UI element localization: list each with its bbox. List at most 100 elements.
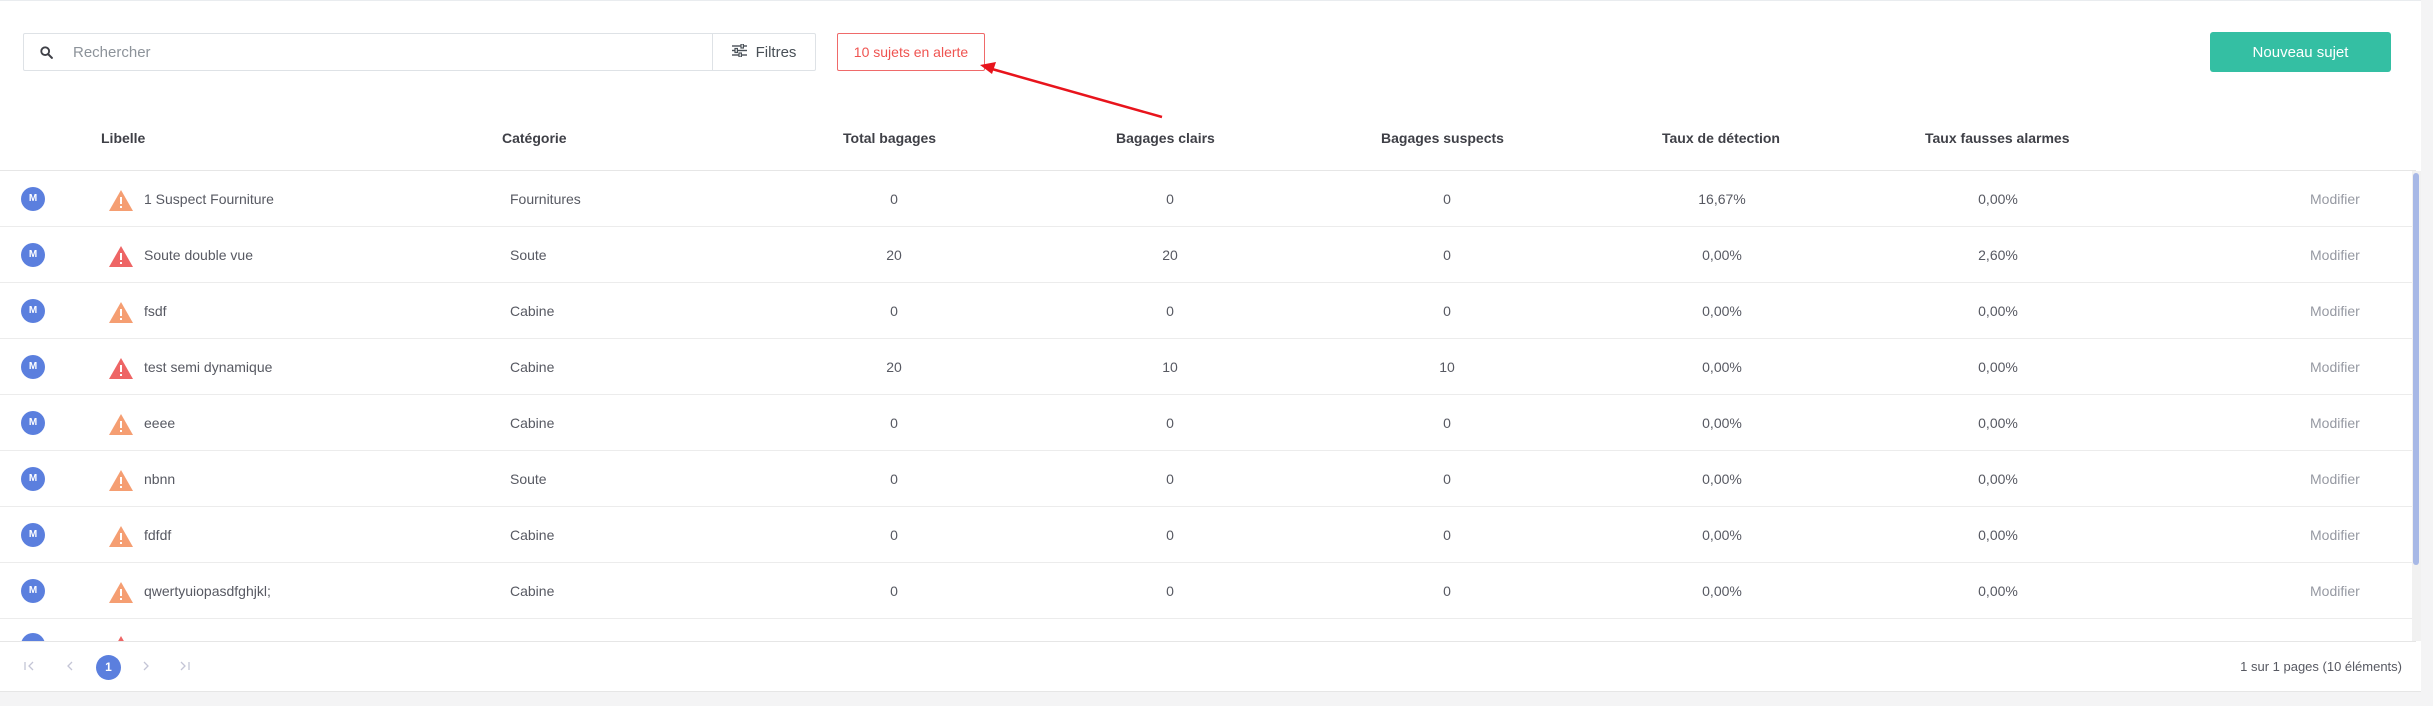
avatar: M <box>21 579 45 603</box>
subjects-page: Filtres 10 sujets en alerte Nouveau suje… <box>0 0 2421 692</box>
table-row[interactable]: M 1 Suspect Fourniture Fournitures 0 0 0… <box>0 171 2416 227</box>
cell-taux-detection: 0,00% <box>1702 359 1742 375</box>
column-header-taux-fausses[interactable]: Taux fausses alarmes <box>1925 119 2070 171</box>
cell-libelle: qwertyuiopasdfghjkl; <box>144 583 271 599</box>
page-number-current[interactable]: 1 <box>96 655 121 680</box>
prev-page-icon[interactable] <box>58 655 82 679</box>
cell-categorie: Cabine <box>510 583 555 599</box>
next-page-icon[interactable] <box>134 655 158 679</box>
warning-triangle-icon <box>108 189 134 212</box>
cell-taux-detection: 16,67% <box>1698 191 1746 207</box>
warning-triangle-icon <box>108 245 134 268</box>
alert-subjects-label: 10 sujets en alerte <box>853 44 969 60</box>
cell-libelle: Soute double vue <box>144 247 253 263</box>
search-input[interactable] <box>69 34 712 70</box>
column-header-taux-detection[interactable]: Taux de détection <box>1662 119 1780 171</box>
cell-total: 0 <box>890 583 898 599</box>
cell-taux-detection: 0,00% <box>1702 303 1742 319</box>
modify-button[interactable]: Modifier <box>2310 227 2360 283</box>
last-page-icon[interactable] <box>172 655 196 679</box>
cell-libelle: 1 Suspect Fourniture <box>144 191 274 207</box>
warning-triangle-icon <box>108 357 134 380</box>
table-body: M 1 Suspect Fourniture Fournitures 0 0 0… <box>0 171 2416 641</box>
column-header-total[interactable]: Total bagages <box>843 119 936 171</box>
table-row[interactable]: M test semi dynamique Cabine 20 10 10 0,… <box>0 339 2416 395</box>
new-subject-button[interactable]: Nouveau sujet <box>2210 32 2391 72</box>
cell-taux-detection: 0,00% <box>1702 583 1742 599</box>
table-row[interactable]: M Soute double vue Soute 20 20 0 0,00% 2… <box>0 227 2416 283</box>
search-icon <box>24 34 69 70</box>
cell-total: 0 <box>890 471 898 487</box>
cell-clairs: 0 <box>1166 471 1174 487</box>
cell-suspects: 10 <box>1439 359 1455 375</box>
cell-clairs: 10 <box>1162 359 1178 375</box>
warning-triangle-icon <box>108 581 134 604</box>
cell-suspects: 0 <box>1443 583 1451 599</box>
avatar: M <box>21 187 45 211</box>
cell-clairs: 0 <box>1166 303 1174 319</box>
cell-suspects: 0 <box>1443 415 1451 431</box>
modify-button[interactable]: Modifier <box>2310 563 2360 619</box>
cell-clairs: 0 <box>1166 191 1174 207</box>
cell-total: 20 <box>886 359 902 375</box>
cell-taux-detection: 0,00% <box>1702 471 1742 487</box>
cell-categorie: Cabine <box>510 303 555 319</box>
cell-taux-fausses: 0,00% <box>1978 191 2018 207</box>
cell-clairs: 0 <box>1166 415 1174 431</box>
modify-button[interactable]: Modifier <box>2310 283 2360 339</box>
cell-libelle: fsdf <box>144 303 167 319</box>
cell-categorie: Cabine <box>510 527 555 543</box>
table-header: Libelle Catégorie Total bagages Bagages … <box>0 119 2416 171</box>
modify-button[interactable]: Modifier <box>2310 507 2360 563</box>
cell-taux-fausses: 0,00% <box>1978 303 2018 319</box>
table-scrollbar-thumb[interactable] <box>2413 173 2419 565</box>
cell-suspects: 0 <box>1443 247 1451 263</box>
cell-suspects: 0 <box>1443 303 1451 319</box>
cell-categorie: Cabine <box>510 359 555 375</box>
alert-subjects-button[interactable]: 10 sujets en alerte <box>837 33 985 71</box>
modify-button[interactable]: Modifier <box>2310 451 2360 507</box>
cell-taux-fausses: 0,00% <box>1978 527 2018 543</box>
column-header-clairs[interactable]: Bagages clairs <box>1116 119 1215 171</box>
avatar: M <box>21 243 45 267</box>
filters-label: Filtres <box>755 43 797 61</box>
cell-libelle: fdfdf <box>144 527 172 543</box>
table-row[interactable]: M qwertyuiopasdfghjkl; Cabine 0 0 0 0,00… <box>0 563 2416 619</box>
modify-button[interactable]: Modifier <box>2310 339 2360 395</box>
cell-suspects: 0 <box>1443 527 1451 543</box>
cell-taux-fausses: 0,00% <box>1978 583 2018 599</box>
cell-total: 0 <box>890 415 898 431</box>
modify-button[interactable]: Modifier <box>2310 395 2360 451</box>
cell-suspects: 0 <box>1443 471 1451 487</box>
avatar: M <box>21 523 45 547</box>
table-row[interactable]: M fdfdf Cabine 0 0 0 0,00% 0,00% Modifie… <box>0 507 2416 563</box>
column-header-categorie[interactable]: Catégorie <box>502 119 567 171</box>
cell-categorie: Fournitures <box>510 191 581 207</box>
cell-taux-fausses: 2,60% <box>1978 247 2018 263</box>
cell-clairs: 0 <box>1166 583 1174 599</box>
cell-taux-detection: 0,00% <box>1702 415 1742 431</box>
pagination: 1 1 sur 1 pages (10 éléments) <box>0 641 2416 693</box>
warning-triangle-icon <box>108 301 134 324</box>
new-subject-label: Nouveau sujet <box>2252 43 2349 61</box>
table-row[interactable]: M nbnn Soute 0 0 0 0,00% 0,00% Modifier <box>0 451 2416 507</box>
first-page-icon[interactable] <box>18 655 42 679</box>
table-row[interactable] <box>0 619 2416 641</box>
column-header-libelle[interactable]: Libelle <box>101 119 145 171</box>
warning-triangle-icon <box>108 525 134 548</box>
warning-triangle-icon <box>108 413 134 436</box>
cell-libelle: nbnn <box>144 471 176 487</box>
cell-clairs: 20 <box>1162 247 1178 263</box>
search-group: Filtres <box>23 33 816 71</box>
cell-taux-fausses: 0,00% <box>1978 359 2018 375</box>
column-header-suspects[interactable]: Bagages suspects <box>1381 119 1504 171</box>
cell-libelle: eeee <box>144 415 176 431</box>
table-row[interactable]: M fsdf Cabine 0 0 0 0,00% 0,00% Modifier <box>0 283 2416 339</box>
modify-button[interactable]: Modifier <box>2310 171 2360 227</box>
table-row[interactable]: M eeee Cabine 0 0 0 0,00% 0,00% Modifier <box>0 395 2416 451</box>
avatar: M <box>21 299 45 323</box>
filters-button[interactable]: Filtres <box>712 34 815 70</box>
sliders-icon <box>731 42 747 61</box>
cell-total: 0 <box>890 527 898 543</box>
cell-total: 0 <box>890 303 898 319</box>
